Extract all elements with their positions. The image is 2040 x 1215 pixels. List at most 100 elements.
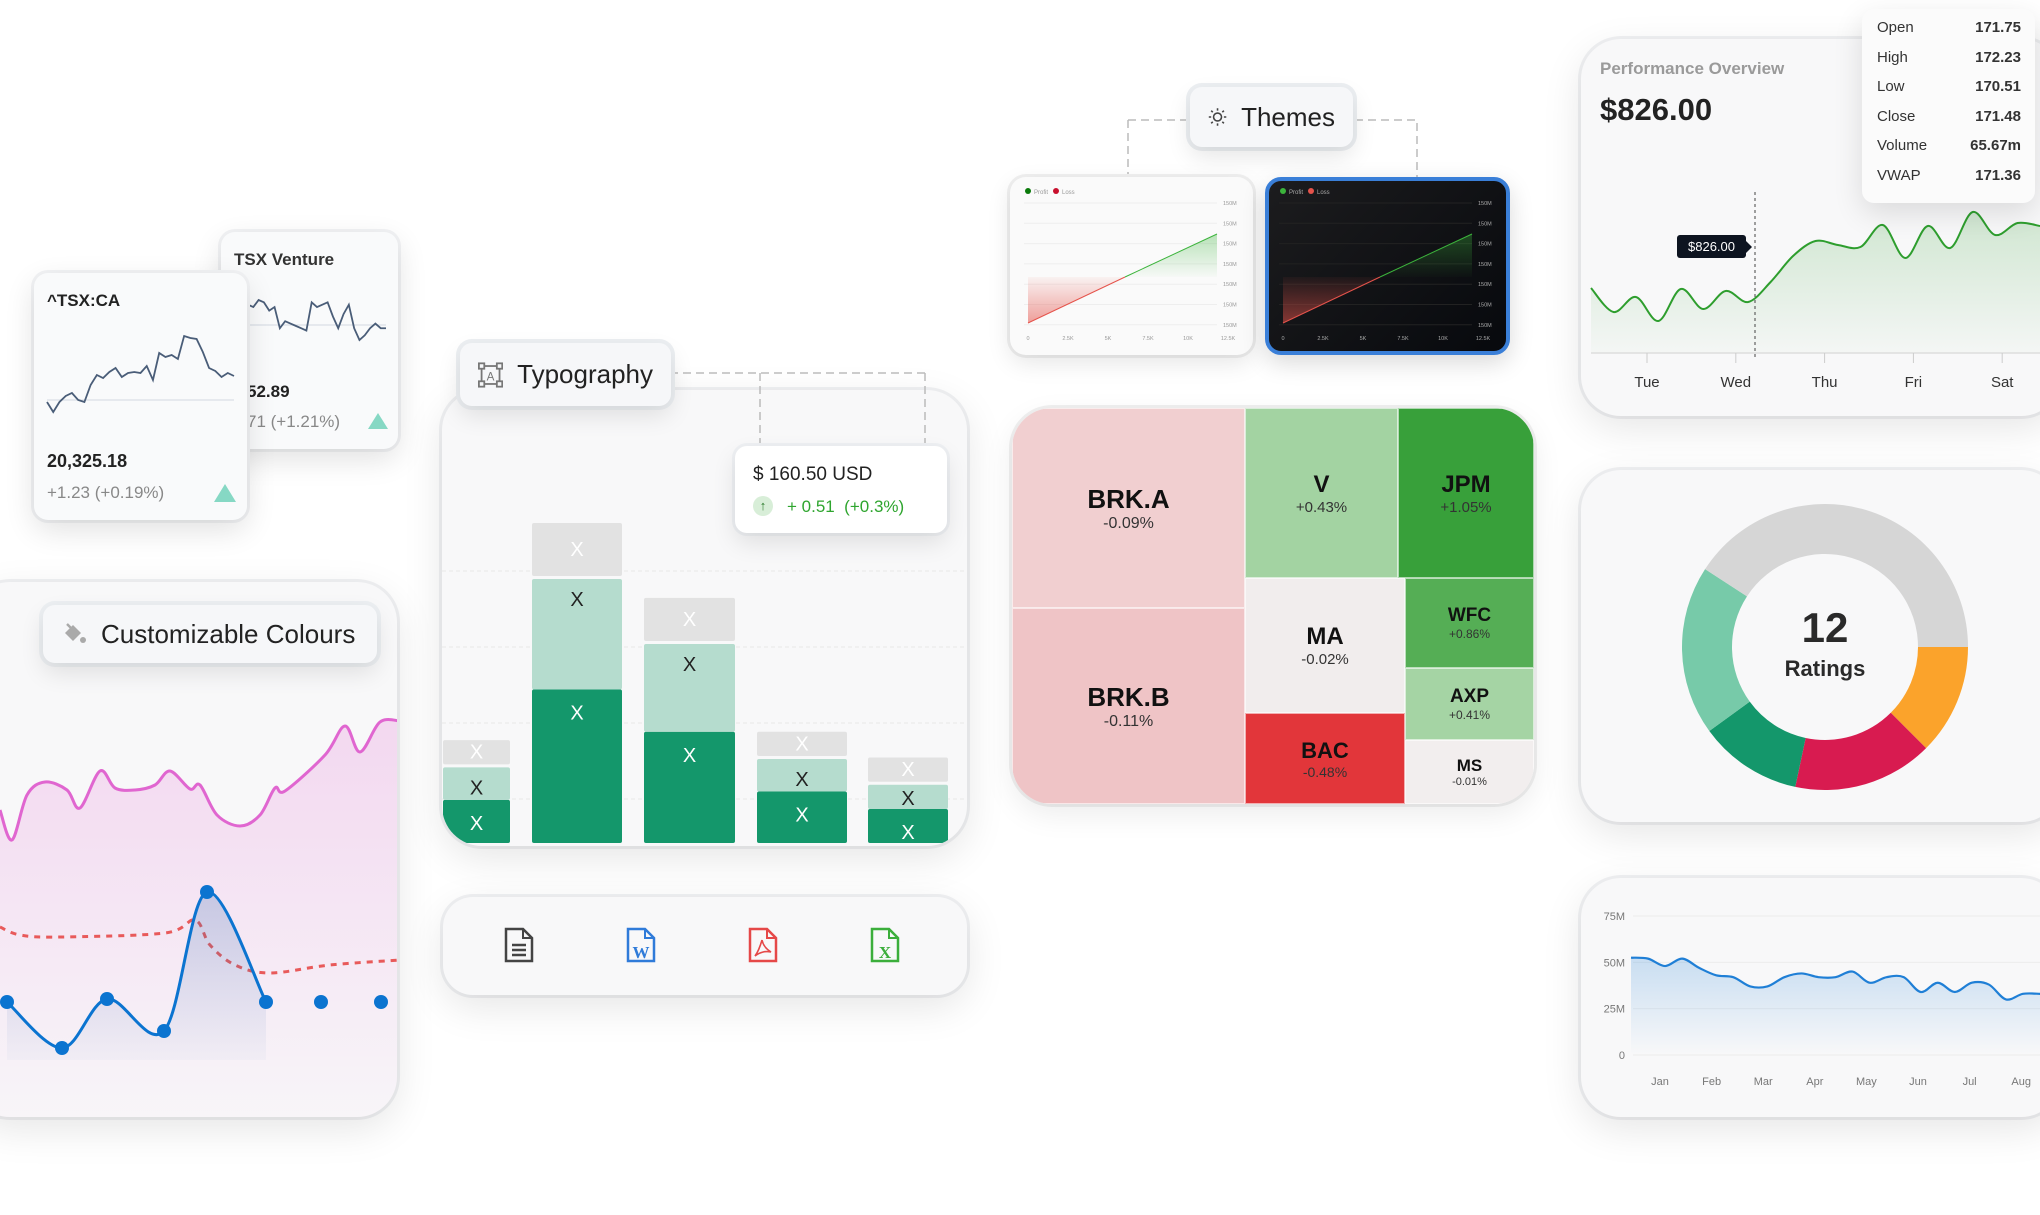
legend-dot-profit — [1025, 188, 1031, 194]
y-tick: 150M — [1223, 201, 1237, 207]
bar-label: X — [470, 813, 483, 835]
x-tick: 5K — [1105, 336, 1112, 342]
change-percent: -0.02% — [1301, 651, 1349, 668]
y-tick: 150M — [1478, 323, 1492, 329]
export-word-button[interactable]: W — [625, 927, 657, 963]
bar-label: X — [570, 539, 583, 561]
treemap-tile-jpm[interactable]: JPM +1.05% — [1398, 408, 1534, 578]
treemap-tile-axp[interactable]: AXP +0.41% — [1405, 668, 1534, 740]
treemap-tile-wfc[interactable]: WFC +0.86% — [1405, 578, 1534, 668]
area-fill — [1631, 957, 2040, 1055]
data-point — [55, 1041, 69, 1055]
theme-dark-preview[interactable]: Profit Loss 150M 150M 150M 150M 150M 150M 150M 0 2… — [1265, 177, 1510, 355]
svg-text:W: W — [633, 943, 650, 962]
x-tick: Wed — [1721, 374, 1752, 391]
bar-label: X — [470, 742, 483, 764]
x-tick: Fri — [1905, 374, 1923, 391]
x-tick: 12.5K — [1476, 336, 1491, 342]
tsx-ca-card[interactable]: ^TSX:CA 20,325.18 +1.23 (+0.19%) — [34, 273, 247, 520]
ratings-card: 12 Ratings — [1581, 470, 2040, 822]
data-point — [374, 995, 388, 1009]
y-tick: 0 — [1619, 1050, 1625, 1062]
sparkline-path — [247, 298, 386, 342]
export-pdf-button[interactable] — [747, 927, 779, 963]
themes-label: Themes — [1190, 87, 1353, 147]
index-value: 20,325.18 — [47, 451, 128, 471]
ohlc-row-close: Close 171.48 — [1877, 108, 2021, 138]
treemap-tile-brk-b[interactable]: BRK.B -0.11% — [1012, 608, 1245, 804]
ohlc-value: 171.36 — [1975, 166, 2021, 184]
trend-up-icon — [368, 413, 388, 429]
change-percent: +1.05% — [1440, 498, 1492, 516]
treemap-tile-ms[interactable]: MS -0.01% — [1405, 740, 1534, 804]
tsx-venture-card[interactable]: TSX Venture 52.89 71 (+1.21%) — [221, 232, 398, 449]
change-percent: +0.43% — [1295, 498, 1348, 516]
change-percent: -0.48% — [1302, 763, 1348, 780]
bar-label: X — [795, 769, 808, 791]
word-file-icon: W — [626, 927, 656, 963]
ticker: AXP — [1449, 686, 1490, 707]
ticker: BRK.A — [1087, 483, 1170, 514]
ticker: MS — [1456, 756, 1483, 775]
y-tick: 150M — [1223, 262, 1237, 268]
index-change: 71 (+1.21%) — [247, 412, 341, 431]
data-point — [157, 1024, 171, 1038]
legend-dot-loss — [1308, 188, 1314, 194]
svg-text:A: A — [487, 370, 495, 383]
treemap-tile-v[interactable]: V +0.43% — [1245, 408, 1398, 578]
treemap-tile-brk-a[interactable]: BRK.A -0.09% — [1012, 408, 1245, 608]
ticker: MA — [1306, 623, 1344, 650]
ohlc-label: High — [1877, 48, 1908, 66]
bar-label: X — [470, 777, 483, 799]
x-tick: Apr — [1806, 1076, 1823, 1088]
export-excel-button[interactable]: X — [869, 927, 901, 963]
x-tick: Tue — [1634, 374, 1659, 391]
y-tick: 150M — [1478, 242, 1492, 248]
x-tick: 2.5K — [1062, 336, 1074, 342]
ohlc-label: Volume — [1877, 137, 1928, 155]
x-tick: 0 — [1281, 336, 1284, 342]
ohlc-value: 170.51 — [1975, 78, 2021, 96]
treemap-tile-bac[interactable]: BAC -0.48% — [1245, 713, 1405, 804]
label-text: Typography — [517, 359, 653, 389]
x-tick: 12.5K — [1221, 336, 1236, 342]
x-tick: 7.5K — [1142, 336, 1154, 342]
bar-label: X — [683, 745, 696, 767]
x-tick: Sat — [1991, 374, 2014, 391]
change-percent: +0.41% — [1448, 708, 1491, 722]
treemap-tile-ma[interactable]: MA -0.02% — [1245, 578, 1405, 713]
y-tick: 150M — [1223, 323, 1237, 329]
bar-label: X — [683, 609, 696, 631]
y-tick: 150M — [1223, 303, 1237, 309]
label-text: Themes — [1241, 101, 1335, 132]
pdf-file-icon — [748, 927, 778, 963]
y-tick: 150M — [1223, 242, 1237, 248]
ohlc-label: Open — [1877, 19, 1914, 36]
paint-bucket-icon — [65, 623, 86, 643]
y-tick: 75M — [1604, 911, 1625, 923]
export-toolbar: W X — [443, 897, 967, 995]
x-tick: Mar — [1754, 1076, 1773, 1088]
bar-label: X — [901, 822, 914, 844]
ohlc-row-low: Low 170.51 — [1877, 78, 2021, 108]
x-tick: Jul — [1963, 1076, 1977, 1088]
area-fill — [1591, 211, 2040, 353]
legend-loss: Loss — [1062, 190, 1075, 196]
export-document-button[interactable] — [503, 927, 535, 963]
legend-loss: Loss — [1317, 190, 1330, 196]
price-value: $ 160.50 USD — [753, 464, 873, 485]
data-point — [200, 885, 214, 899]
theme-light-preview[interactable]: Profit Loss 150M 150M 150M 150M 150M 150M 150M 0 2… — [1010, 177, 1253, 355]
customizable-colours-label: Customizable Colours — [43, 605, 377, 663]
ticker: BRK.B — [1087, 681, 1170, 712]
ohlc-row-open: Open 171.75 — [1877, 19, 2021, 49]
hover-value: $826.00 — [1688, 239, 1735, 254]
y-tick: 150M — [1478, 201, 1492, 207]
text-frame-icon: A — [478, 361, 504, 388]
bar-label: X — [901, 759, 914, 781]
legend-profit: Profit — [1034, 190, 1048, 196]
trend-up-icon — [214, 484, 236, 502]
bar-label: X — [683, 654, 696, 676]
donut-slice — [1682, 569, 1750, 732]
legend-profit: Profit — [1289, 190, 1303, 196]
